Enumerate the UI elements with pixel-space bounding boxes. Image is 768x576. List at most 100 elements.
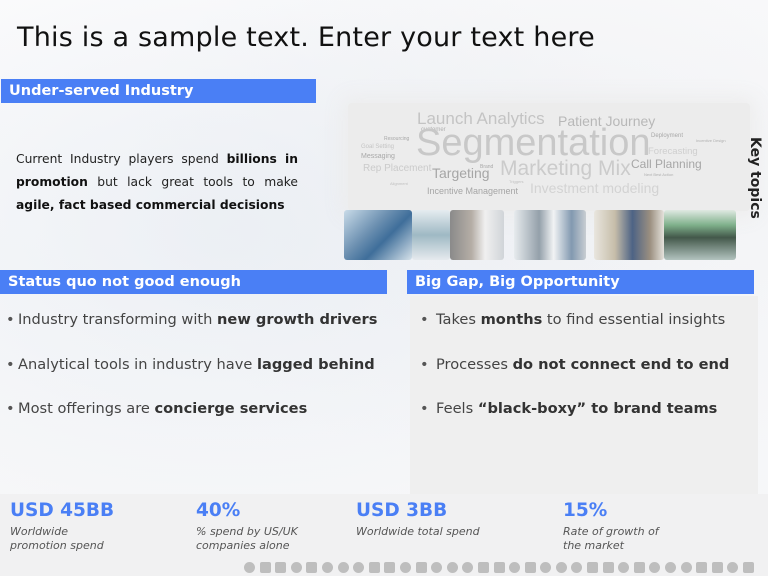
photo-strip: [342, 210, 742, 260]
word-rep-placement: Rep Placement: [363, 163, 432, 174]
big-gap-header: Big Gap, Big Opportunity: [407, 270, 754, 294]
clock-icon: [509, 562, 521, 573]
document-icon: [743, 562, 754, 573]
key-topics-label: Key topics: [747, 137, 763, 219]
word-incentive-design: Incentive Design: [696, 138, 726, 143]
lab-equipment-photo: [412, 210, 450, 260]
word-triggers: Triggers: [509, 179, 524, 184]
target-icon: [665, 562, 677, 573]
bullet-text: Analytical tools in industry have: [18, 355, 257, 373]
stat-promotion-spend: USD 45BB Worldwide promotion spend: [10, 500, 120, 553]
clock-icon: [618, 562, 630, 573]
clock-icon: [290, 562, 302, 573]
stat-value: USD 3BB: [356, 500, 448, 521]
team-meeting-photo: [344, 210, 412, 260]
list-item: • Takes months to find essential insights: [420, 310, 729, 355]
list-item: • Processes do not connect end to end: [420, 355, 729, 400]
list-item: • Industry transforming with new growth d…: [6, 310, 377, 355]
presentation-meeting-photo: [594, 210, 664, 260]
bullet-icon: •: [6, 400, 15, 417]
users-icon: [368, 562, 380, 573]
big-gap-list: • Takes months to find essential insights…: [420, 310, 729, 444]
document-icon: [415, 562, 427, 573]
refresh-icon: [540, 562, 552, 573]
doctor-consultation-photo: [450, 210, 504, 260]
clock-icon: [727, 562, 739, 573]
bullet-emphasis: “black-boxy” to brand teams: [477, 400, 718, 417]
status-quo-list: • Industry transforming with new growth d…: [6, 310, 377, 444]
bullet-text: Industry transforming with: [18, 311, 218, 328]
list-item: • Analytical tools in industry have lagge…: [6, 355, 377, 400]
bullet-icon: •: [420, 311, 429, 328]
key-topics-wordcloud: Launch Analytics Patient Journey custome…: [348, 103, 750, 211]
document-icon: [306, 562, 318, 573]
word-deployment: Deployment: [651, 133, 684, 139]
globe-icon: [244, 562, 255, 573]
word-marketing-mix: Marketing Mix: [500, 157, 631, 180]
word-investment-modeling: Investment modeling: [530, 180, 660, 196]
bullet-icon: •: [6, 311, 15, 328]
word-next-best-action: Next Best Action: [644, 172, 674, 177]
stat-us-uk-share: 40% % spend by US/UK companies alone: [196, 500, 316, 553]
bullet-text: Most offerings are: [18, 400, 155, 417]
calendar-icon: [275, 562, 287, 573]
clock-icon: [399, 562, 411, 573]
bullet-icon: •: [420, 355, 429, 373]
word-incentive-management: Incentive Management: [427, 186, 519, 196]
word-alignment: Alignment: [390, 181, 408, 186]
users-icon: [259, 562, 271, 573]
word-forecasting: Forecasting: [648, 146, 698, 157]
stat-growth-rate: 15% Rate of growth of the market: [563, 500, 673, 553]
document-icon: [633, 562, 645, 573]
underserved-header: Under-served Industry: [1, 79, 316, 103]
bullet-emphasis: concierge services: [154, 400, 308, 417]
word-messaging: Messaging: [361, 153, 395, 160]
bullet-emphasis: new growth drivers: [217, 311, 378, 328]
intro-part: Current Industry players spend: [16, 152, 227, 166]
calendar-icon: [493, 562, 505, 573]
bullet-text: Feels: [436, 400, 478, 417]
list-item: • Most offerings are concierge services: [6, 399, 377, 444]
refresh-icon: [431, 562, 443, 573]
decorative-icon-row: [244, 562, 754, 576]
bullet-icon: •: [6, 355, 15, 373]
status-quo-header: Status quo not good enough: [0, 270, 387, 294]
word-call-planning: Call Planning: [631, 157, 702, 171]
globe-icon: [462, 562, 474, 573]
intro-part: but lack great tools to make: [87, 175, 298, 189]
bullet-text: to find essential insights: [542, 311, 726, 328]
underserved-text: Current Industry players spend billions …: [16, 148, 298, 217]
target-icon: [337, 562, 349, 573]
bullet-text: Takes: [436, 311, 481, 328]
list-item: • Feels “black-boxy” to brand teams: [420, 399, 729, 444]
calendar-icon: [602, 562, 614, 573]
stat-value: USD 45BB: [10, 500, 115, 521]
target-icon: [446, 562, 458, 573]
stat-value: 15%: [563, 500, 608, 521]
stat-total-spend: USD 3BB Worldwide total spend: [356, 500, 516, 539]
bullet-text: Processes: [436, 355, 513, 373]
bullet-emphasis: months: [480, 311, 543, 328]
bullet-icon: •: [420, 400, 429, 417]
bullet-emphasis: do not connect end to end: [512, 355, 730, 373]
stat-description: Worldwide promotion spend: [10, 525, 104, 552]
users-icon: [587, 562, 599, 573]
word-targeting: Targeting: [432, 165, 490, 181]
stat-description: % spend by US/UK companies alone: [196, 525, 298, 552]
stat-value: 40%: [196, 500, 241, 521]
intro-part-bold: agile, fact based commercial decisions: [16, 198, 285, 212]
globe-icon: [680, 562, 692, 573]
word-resourcing: Resourcing: [384, 136, 410, 142]
refresh-icon: [649, 562, 661, 573]
calendar-icon: [384, 562, 396, 573]
lab-scientist-photo: [514, 210, 586, 260]
stat-description: Rate of growth of the market: [563, 525, 659, 552]
bullet-emphasis: lagged behind: [257, 355, 375, 373]
word-goal-setting: Goal Setting: [361, 144, 395, 150]
document-icon: [524, 562, 536, 573]
slide-title: This is a sample text. Enter your text h…: [17, 22, 595, 53]
globe-icon: [571, 562, 583, 573]
stat-description: Worldwide total spend: [356, 525, 480, 538]
globe-icon: [353, 562, 365, 573]
users-icon: [477, 562, 489, 573]
